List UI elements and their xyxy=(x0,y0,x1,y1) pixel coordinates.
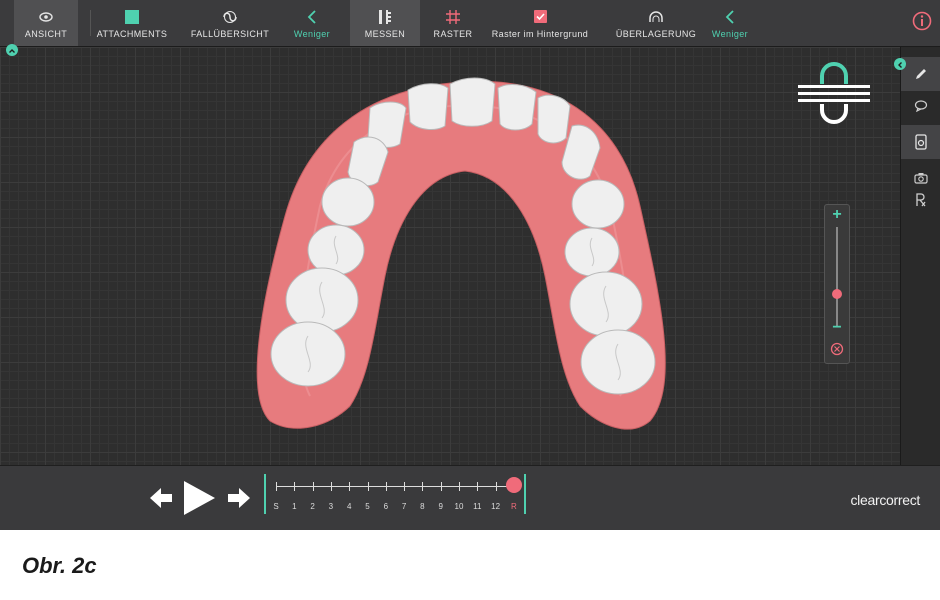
grid-icon xyxy=(446,8,460,26)
timeline-stage-label[interactable]: S xyxy=(269,502,283,511)
next-stage-icon[interactable] xyxy=(226,486,252,510)
toggle-raster-hintergrund-label: Raster im Hintergrund xyxy=(491,28,589,39)
tab-falluebersicht-label: FALLÜBERSICHT xyxy=(190,28,270,39)
zoom-in-icon[interactable]: + xyxy=(825,207,849,223)
zoom-handle[interactable] xyxy=(832,289,842,299)
collapse-left-button[interactable]: Weniger xyxy=(286,0,338,46)
collapse-toolbar-icon[interactable] xyxy=(6,44,18,56)
checkbox-checked-icon xyxy=(533,8,547,26)
tab-messen[interactable]: MESSEN xyxy=(350,0,420,46)
previous-stage-icon[interactable] xyxy=(148,486,174,510)
top-toolbar: ANSICHT ATTACHMENTS FALLÜBERSICHT Wenige… xyxy=(0,0,940,47)
tab-ansicht[interactable]: ANSICHT xyxy=(14,0,78,46)
timeline-tick[interactable] xyxy=(404,482,406,491)
timeline-stage-label[interactable]: 12 xyxy=(489,502,503,511)
reset-view-icon[interactable] xyxy=(830,342,844,356)
timeline-tick[interactable] xyxy=(495,482,497,491)
tab-attachments-label: ATTACHMENTS xyxy=(96,28,168,39)
timeline-tick[interactable] xyxy=(312,482,314,491)
tab-raster-label: RASTER xyxy=(433,28,473,39)
timeline-end-marker xyxy=(524,474,526,514)
timeline-tick[interactable] xyxy=(276,482,277,491)
timeline-tick[interactable] xyxy=(422,482,424,491)
zoom-out-icon[interactable]: − xyxy=(825,320,849,336)
timeline-tick[interactable] xyxy=(294,482,296,491)
timeline-stage-label[interactable]: 9 xyxy=(434,502,448,511)
arch-icon xyxy=(648,8,664,26)
camera-icon[interactable] xyxy=(901,167,940,189)
timeline-stage-label[interactable]: 7 xyxy=(397,502,411,511)
timeline-tick[interactable] xyxy=(349,482,351,491)
expand-panel-icon[interactable] xyxy=(894,58,906,70)
timeline-stage-label[interactable]: 6 xyxy=(379,502,393,511)
tab-falluebersicht[interactable]: FALLÜBERSICHT xyxy=(190,0,270,46)
tab-messen-label: MESSEN xyxy=(364,28,406,39)
app-window: ANSICHT ATTACHMENTS FALLÜBERSICHT Wenige… xyxy=(0,0,940,530)
timeline-tick[interactable] xyxy=(440,482,442,491)
zoom-track[interactable] xyxy=(836,227,838,327)
timeline-tick[interactable] xyxy=(330,482,332,491)
timeline-stage-label[interactable]: 5 xyxy=(361,502,375,511)
right-tool-panel xyxy=(900,47,940,465)
info-icon[interactable] xyxy=(912,11,932,31)
tab-ueberlagerung-label: ÜBERLAGERUNG xyxy=(615,28,697,39)
toggle-raster-hintergrund[interactable]: Raster im Hintergrund xyxy=(488,0,592,46)
tab-attachments[interactable]: ATTACHMENTS xyxy=(96,0,168,46)
timeline-handle[interactable] xyxy=(506,477,522,493)
collapse-right-label: Weniger xyxy=(711,28,749,39)
zoom-slider[interactable]: + − xyxy=(824,204,850,364)
timeline-stage-label[interactable]: 4 xyxy=(342,502,356,511)
toolbar-divider xyxy=(90,10,91,36)
tab-ueberlagerung[interactable]: ÜBERLAGERUNG xyxy=(612,0,700,46)
timeline-tick[interactable] xyxy=(385,482,387,491)
timeline-start-marker xyxy=(264,474,266,514)
timeline-tick[interactable] xyxy=(477,482,479,491)
brand-logo: clearcorrect xyxy=(850,492,920,508)
eye-icon xyxy=(39,8,53,26)
timeline-stage-label[interactable]: 11 xyxy=(470,502,484,511)
square-icon xyxy=(125,8,139,26)
play-icon[interactable] xyxy=(182,480,216,516)
tooth-chart-icon[interactable] xyxy=(901,125,940,159)
playback-bar: S 1 2 3 4 5 6 7 8 9 10 11 12 R clearcorrect xyxy=(0,465,940,530)
collapse-left-label: Weniger xyxy=(293,28,331,39)
stage-timeline[interactable]: S 1 2 3 4 5 6 7 8 9 10 11 12 R xyxy=(264,474,530,524)
brand-mark-icon xyxy=(798,62,870,124)
chevron-left-icon xyxy=(725,8,735,26)
timeline-stage-label[interactable]: 3 xyxy=(324,502,338,511)
pencil-icon[interactable] xyxy=(901,57,940,91)
tab-raster[interactable]: RASTER xyxy=(428,0,478,46)
prescription-icon[interactable] xyxy=(901,189,940,211)
chevron-left-icon xyxy=(307,8,317,26)
comment-icon[interactable] xyxy=(901,95,940,117)
timeline-stage-label[interactable]: 8 xyxy=(415,502,429,511)
timeline-tick[interactable] xyxy=(367,482,369,491)
collapse-right-button[interactable]: Weniger xyxy=(704,0,756,46)
timeline-stage-label[interactable]: 10 xyxy=(452,502,466,511)
swirl-icon xyxy=(222,8,238,26)
timeline-stage-label[interactable]: 2 xyxy=(306,502,320,511)
figure-caption: Obr. 2c xyxy=(22,553,97,578)
ruler-icon xyxy=(378,8,392,26)
timeline-stage-label[interactable]: 1 xyxy=(287,502,301,511)
timeline-stage-label[interactable]: R xyxy=(507,502,521,511)
dental-arch-model[interactable] xyxy=(250,76,680,436)
tab-ansicht-label: ANSICHT xyxy=(24,28,68,39)
timeline-tick[interactable] xyxy=(459,482,460,491)
